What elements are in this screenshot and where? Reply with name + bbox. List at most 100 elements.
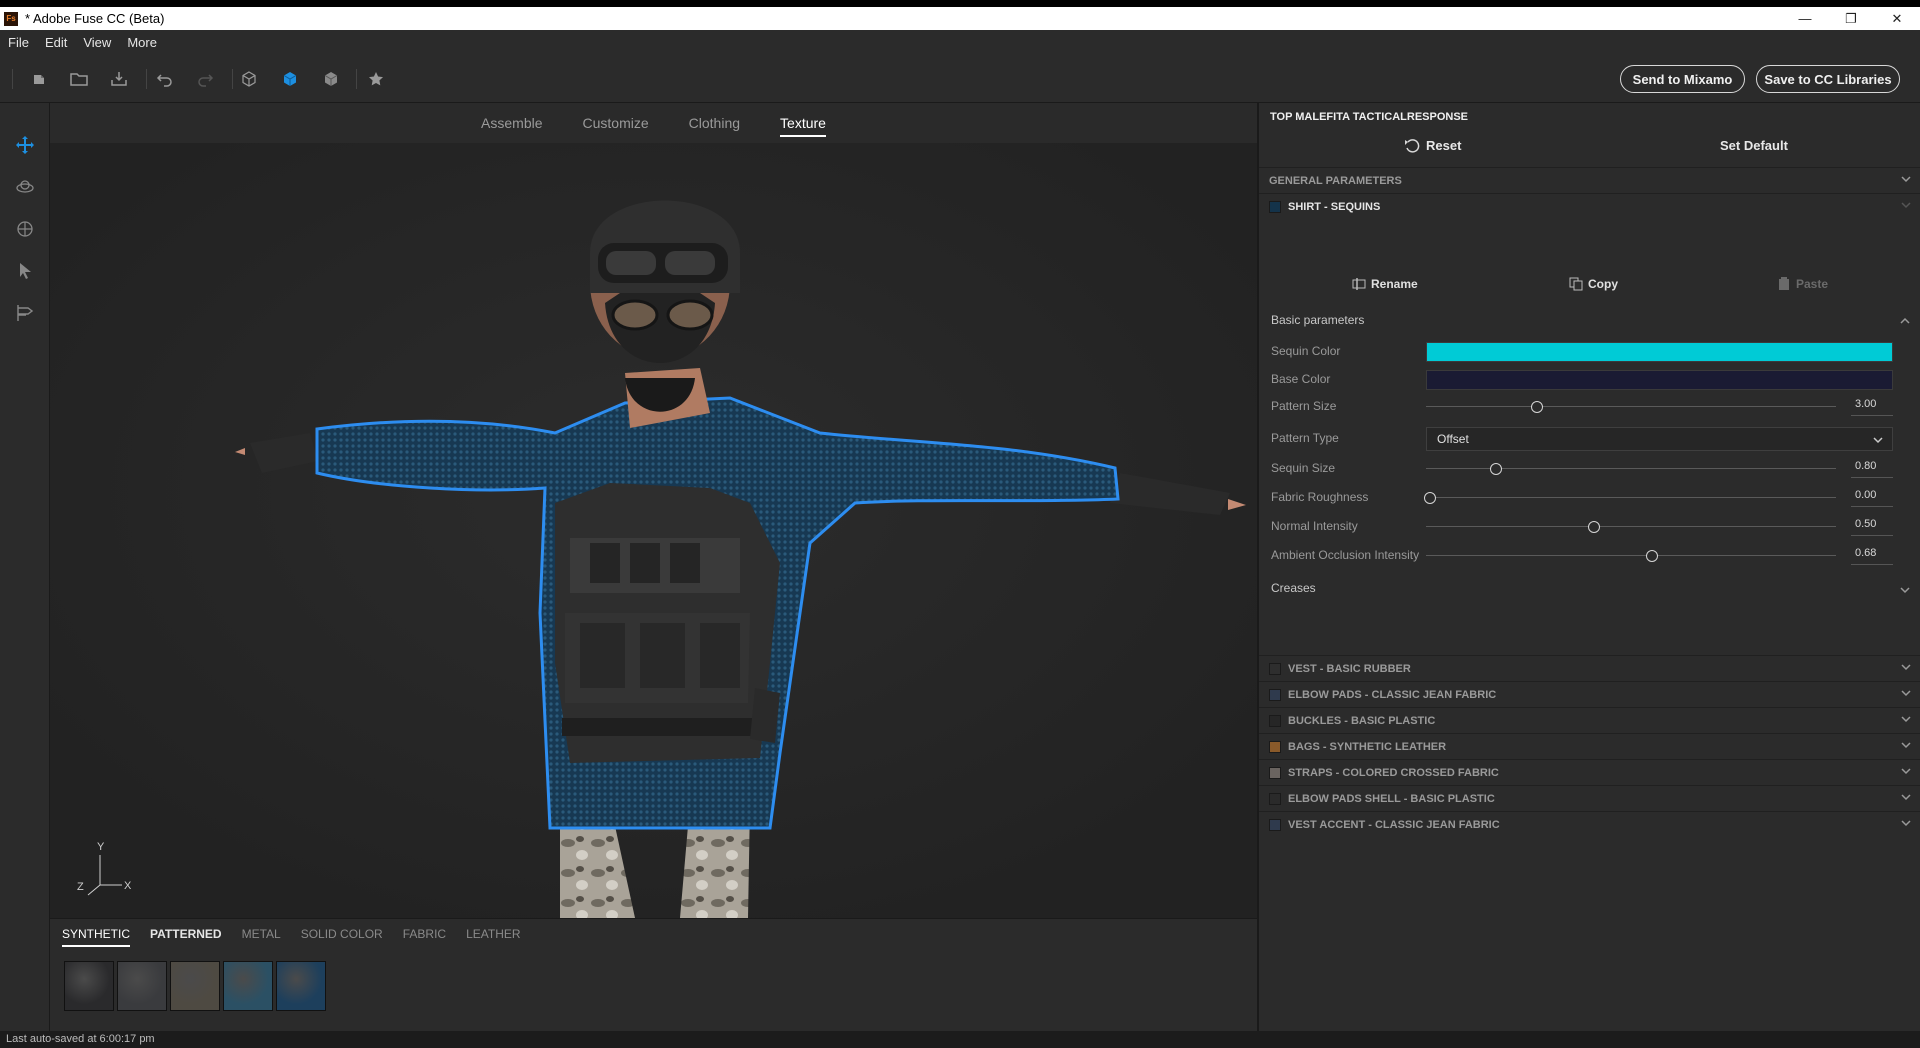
tab-customize[interactable]: Customize (563, 103, 669, 143)
slider-track[interactable] (1426, 406, 1836, 407)
slider-track[interactable] (1426, 526, 1836, 527)
material-tab-fabric[interactable]: FABRIC (403, 923, 446, 945)
param-value-field[interactable]: 0.80 (1851, 460, 1893, 478)
open-folder-icon[interactable] (68, 68, 90, 90)
chevron-down-icon[interactable] (1899, 584, 1911, 596)
new-file-icon[interactable] (28, 68, 50, 90)
target-tool-icon[interactable] (13, 217, 37, 241)
close-button[interactable]: ✕ (1874, 7, 1920, 30)
slider-track[interactable] (1426, 555, 1836, 556)
slider-handle[interactable] (1588, 521, 1601, 533)
star-icon[interactable] (365, 68, 387, 90)
3d-viewport[interactable]: Assemble Customize Clothing Texture Y Z … (50, 103, 1257, 918)
menu-view[interactable]: View (75, 35, 119, 50)
param-label: Pattern Type (1271, 431, 1339, 445)
creases-label: Creases (1271, 581, 1316, 595)
material-tab-leather[interactable]: LEATHER (466, 923, 520, 945)
basic-parameters-header[interactable]: Basic parameters (1271, 313, 1364, 327)
param-value-field[interactable]: 0.68 (1851, 547, 1893, 565)
redo-icon[interactable] (194, 68, 216, 90)
character-model[interactable] (50, 143, 1257, 918)
material-tab-synthetic[interactable]: SYNTHETIC (62, 923, 131, 947)
param-label: Pattern Size (1271, 399, 1337, 413)
material-swatch[interactable] (223, 961, 273, 1011)
pattern-type-dropdown[interactable]: Offset (1426, 427, 1893, 451)
material-tab-patterned[interactable]: PATTERNED (150, 923, 222, 945)
animation-tool-icon[interactable] (13, 301, 37, 325)
material-swatch[interactable] (117, 961, 167, 1011)
basic-parameters-label: Basic parameters (1271, 313, 1365, 327)
material-section-item[interactable]: BAGS - SYNTHETIC LEATHER (1259, 733, 1920, 759)
material-tab-metal[interactable]: METAL (242, 923, 281, 945)
slider-handle[interactable] (1489, 463, 1502, 475)
menu-file[interactable]: File (0, 35, 37, 50)
move-tool-icon[interactable] (13, 133, 37, 157)
material-swatch[interactable] (64, 961, 114, 1011)
material-actions: Rename Copy Paste (1259, 271, 1920, 301)
cube-textured-icon[interactable] (320, 68, 342, 90)
maximize-button[interactable]: ❐ (1828, 7, 1874, 30)
menu-edit[interactable]: Edit (37, 35, 75, 50)
import-icon[interactable] (108, 68, 130, 90)
creases-header[interactable]: Creases (1271, 581, 1316, 595)
section-swatch (1269, 714, 1281, 727)
minimize-button[interactable]: — (1782, 7, 1828, 30)
sequin-color-row: Sequin Color (1271, 342, 1911, 362)
param-value-field[interactable]: 3.00 (1851, 398, 1893, 416)
section-label: GENERAL PARAMETERS (1269, 174, 1402, 187)
material-section-item[interactable]: STRAPS - COLORED CROSSED FABRIC (1259, 759, 1920, 785)
param-label: Base Color (1271, 372, 1331, 386)
chevron-down-icon (1901, 202, 1911, 209)
save-to-cc-libraries-button[interactable]: Save to CC Libraries (1756, 65, 1900, 93)
chevron-up-icon[interactable] (1899, 315, 1911, 327)
param-value-field[interactable]: 0.50 (1851, 518, 1893, 536)
axis-z-label: Z (77, 881, 84, 893)
cube-solid-icon[interactable] (279, 68, 301, 90)
reset-button[interactable]: Reset (1404, 138, 1461, 153)
send-to-mixamo-button[interactable]: Send to Mixamo (1620, 65, 1745, 93)
section-label: ELBOW PADS - CLASSIC JEAN FABRIC (1288, 688, 1497, 701)
material-section-item[interactable]: BUCKLES - BASIC PLASTIC (1259, 707, 1920, 733)
slider-handle[interactable] (1645, 550, 1658, 562)
rename-button[interactable]: Rename (1352, 277, 1418, 291)
cube-wireframe-icon[interactable] (238, 68, 260, 90)
slider-handle[interactable] (1530, 401, 1543, 413)
axis-x-label: X (124, 880, 132, 892)
set-default-button[interactable]: Set Default (1720, 138, 1788, 153)
tab-assemble[interactable]: Assemble (461, 103, 562, 143)
material-swatch[interactable] (276, 961, 326, 1011)
slider-handle[interactable] (1424, 492, 1437, 504)
reset-label: Reset (1426, 138, 1462, 153)
slider-track[interactable] (1426, 497, 1836, 498)
paste-button[interactable]: Paste (1777, 277, 1828, 291)
select-cursor-icon[interactable] (13, 259, 37, 283)
pattern-size-row: Pattern Size 3.00 (1271, 397, 1911, 417)
material-section-item[interactable]: VEST ACCENT - CLASSIC JEAN FABRIC (1259, 811, 1920, 837)
undo-icon[interactable] (154, 68, 176, 90)
slider-track[interactable] (1426, 468, 1836, 469)
base-color-picker[interactable] (1426, 370, 1893, 390)
title-bar: Fs * Adobe Fuse CC (Beta) — ❐ ✕ (0, 0, 1920, 30)
chevron-down-icon (1901, 716, 1911, 723)
param-value-field[interactable]: 0.00 (1851, 489, 1893, 507)
window-title: * Adobe Fuse CC (Beta) (25, 11, 165, 26)
sequin-color-picker[interactable] (1426, 342, 1893, 362)
copy-button[interactable]: Copy (1569, 277, 1618, 291)
sequin-size-row: Sequin Size 0.80 (1271, 459, 1911, 479)
section-general-parameters[interactable]: GENERAL PARAMETERS (1259, 167, 1920, 193)
orbit-tool-icon[interactable] (13, 175, 37, 199)
material-library: SYNTHETIC PATTERNED METAL SOLID COLOR FA… (50, 918, 1257, 1031)
material-swatches (64, 961, 326, 1011)
material-section-item[interactable]: VEST - BASIC RUBBER (1259, 655, 1920, 681)
material-swatch[interactable] (170, 961, 220, 1011)
material-section-item[interactable]: ELBOW PADS SHELL - BASIC PLASTIC (1259, 785, 1920, 811)
section-label: VEST ACCENT - CLASSIC JEAN FABRIC (1288, 818, 1500, 831)
section-label: SHIRT - SEQUINS (1288, 200, 1381, 213)
material-section-item[interactable]: ELBOW PADS - CLASSIC JEAN FABRIC (1259, 681, 1920, 707)
menu-more[interactable]: More (119, 35, 165, 50)
tab-texture[interactable]: Texture (760, 103, 846, 143)
tab-clothing[interactable]: Clothing (669, 103, 760, 143)
chevron-down-icon (1901, 690, 1911, 697)
material-tab-solid-color[interactable]: SOLID COLOR (301, 923, 383, 945)
section-shirt-sequins[interactable]: SHIRT - SEQUINS (1259, 193, 1920, 219)
